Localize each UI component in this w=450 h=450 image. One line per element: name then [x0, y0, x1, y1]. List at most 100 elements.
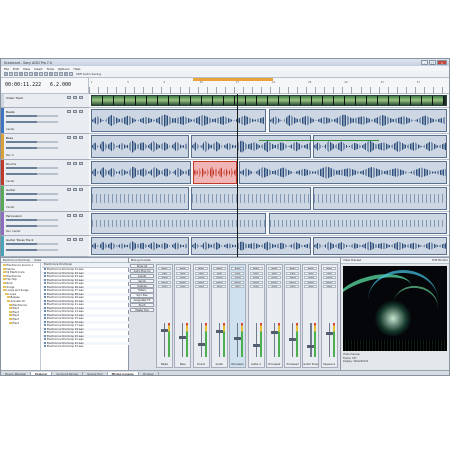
audio-event[interactable]	[239, 161, 447, 184]
arm-button[interactable]	[79, 187, 83, 191]
solo-button[interactable]	[73, 135, 77, 139]
channel-name[interactable]: Beats	[157, 363, 172, 366]
tab-groove-pool[interactable]: Groove Pool	[83, 371, 108, 375]
menu-item-tools[interactable]: Tools	[47, 67, 54, 71]
tab-surround-panner[interactable]: Surround Panner	[52, 371, 84, 375]
mixer-slot[interactable]: Master	[212, 280, 226, 284]
audio-event[interactable]	[91, 135, 189, 158]
mixer-slot[interactable]: Audio	[212, 267, 226, 271]
tab-plug-in-manager[interactable]: Plug-In Manager	[1, 371, 32, 375]
copy-icon[interactable]	[24, 72, 28, 76]
track-lane[interactable]	[89, 134, 449, 160]
mixer-slot[interactable]: Input	[249, 271, 263, 275]
mixer-slot[interactable]: Audio	[158, 267, 171, 271]
mixer-channel-strip[interactable]: Audio Input Sound Master Touch Guitar	[210, 264, 228, 368]
arm-button[interactable]	[79, 135, 83, 139]
channel-fader-knob[interactable]	[270, 331, 278, 334]
mixer-channel-strip[interactable]: Audio Input Sound Master Touch Beats	[156, 264, 173, 368]
mixer-channel-strip[interactable]: Audio Input Sound Master Touch Percussion	[229, 264, 247, 368]
mixer-view-button[interactable]: Sync Bus	[130, 293, 154, 298]
track-pan-slider[interactable]	[6, 249, 58, 251]
mute-button[interactable]	[67, 109, 71, 113]
mixer-channel-strip[interactable]: Audio Input Sound Master Touch Processed	[284, 264, 302, 368]
channel-fader-knob[interactable]	[307, 345, 315, 348]
channel-name[interactable]: Sequence	[322, 363, 337, 366]
audio-event[interactable]	[269, 213, 447, 234]
loop-region-marker[interactable]	[193, 78, 273, 81]
mixer-slot[interactable]: Sound	[176, 276, 190, 280]
audio-event[interactable]	[191, 237, 311, 255]
mixer-slot[interactable]: Input	[194, 271, 208, 275]
track-lane[interactable]	[89, 186, 449, 212]
solo-button[interactable]	[73, 161, 77, 165]
explorer-toolbar-item[interactable]: Views	[34, 259, 41, 262]
arm-button[interactable]	[79, 237, 83, 241]
track-volume-slider[interactable]	[6, 167, 58, 169]
stop-icon[interactable]	[49, 72, 53, 76]
track-name[interactable]: Drums	[6, 162, 16, 166]
mixer-slot[interactable]: Touch	[231, 285, 245, 289]
channel-name[interactable]: Guitar Tones	[303, 363, 318, 366]
loop-icon[interactable]	[59, 72, 63, 76]
channel-name[interactable]: Guitar	[212, 363, 227, 366]
redo-icon[interactable]	[39, 72, 43, 76]
audio-event[interactable]	[191, 135, 311, 158]
mixer-slot[interactable]: Touch	[249, 285, 263, 289]
channel-fader-knob[interactable]	[325, 332, 333, 335]
mixer-slot[interactable]: Input	[176, 271, 190, 275]
audio-event[interactable]	[313, 135, 447, 158]
mute-button[interactable]	[67, 161, 71, 165]
audio-event[interactable]	[91, 161, 191, 184]
mixer-slot[interactable]: Master	[231, 280, 245, 284]
track-name[interactable]: Guitar	[6, 188, 15, 192]
close-button[interactable]: ×	[437, 60, 447, 65]
mute-button[interactable]	[67, 187, 71, 191]
mixer-slot[interactable]: Input	[304, 271, 318, 275]
channel-name[interactable]: Processed	[267, 363, 282, 366]
mixer-slot[interactable]: Master	[158, 280, 171, 284]
arm-button[interactable]	[79, 161, 83, 165]
arm-button[interactable]	[79, 213, 83, 217]
track-name[interactable]: Beats	[6, 110, 14, 114]
open-icon[interactable]	[9, 72, 13, 76]
channel-fader-knob[interactable]	[179, 336, 187, 339]
minimize-button[interactable]: –	[421, 60, 428, 65]
menu-item-file[interactable]: File	[4, 67, 9, 71]
track-volume-slider[interactable]	[6, 219, 58, 221]
new-icon[interactable]	[4, 72, 8, 76]
tab-mixing-console[interactable]: Mixing Console	[107, 371, 139, 375]
mixer-view-button[interactable]: Sends	[130, 278, 154, 283]
track-pan-slider[interactable]	[6, 173, 58, 175]
mixer-channel-strip[interactable]: Audio Input Sound Master Touch Guitar 2	[247, 264, 265, 368]
mixer-slot[interactable]: Input	[212, 271, 226, 275]
arm-button[interactable]	[79, 109, 83, 113]
explorer-toolbar-item[interactable]: Electronica Drumloop	[3, 259, 30, 262]
track-pan-slider[interactable]	[6, 225, 58, 227]
mixer-slot[interactable]: Master	[194, 280, 208, 284]
zoom-icon[interactable]	[69, 72, 73, 76]
timeline-ruler[interactable]: 1 5 9 13 17 21 25 29 33 37	[89, 78, 449, 94]
mixer-slot[interactable]: Touch	[322, 285, 336, 289]
channel-name[interactable]: Percussion	[230, 363, 245, 366]
mixer-slot[interactable]: Audio	[176, 267, 190, 271]
menu-item-view[interactable]: View	[23, 67, 30, 71]
audio-event[interactable]	[191, 187, 311, 210]
mixer-slot[interactable]: Sound	[267, 276, 281, 280]
mute-button[interactable]	[67, 135, 71, 139]
mixer-slot[interactable]: Master	[249, 280, 263, 284]
track-volume-slider[interactable]	[6, 193, 58, 195]
metronome-icon[interactable]	[64, 72, 68, 76]
mixer-slot[interactable]: Sound	[158, 276, 171, 280]
volume-envelope[interactable]	[259, 140, 379, 141]
mixer-channel-strip[interactable]: Audio Input Sound Master Touch Processed	[265, 264, 283, 368]
track-name[interactable]: Bass	[6, 136, 13, 140]
mixer-slot[interactable]: Sound	[194, 276, 208, 280]
solo-button[interactable]	[73, 213, 77, 217]
mute-button[interactable]	[67, 213, 71, 217]
mixer-view-button[interactable]: Outputs	[130, 283, 154, 288]
record-icon[interactable]	[54, 72, 58, 76]
mute-button[interactable]	[67, 237, 71, 241]
mixer-slot[interactable]: Sound	[304, 276, 318, 280]
channel-fader-knob[interactable]	[289, 338, 297, 341]
undo-icon[interactable]	[34, 72, 38, 76]
